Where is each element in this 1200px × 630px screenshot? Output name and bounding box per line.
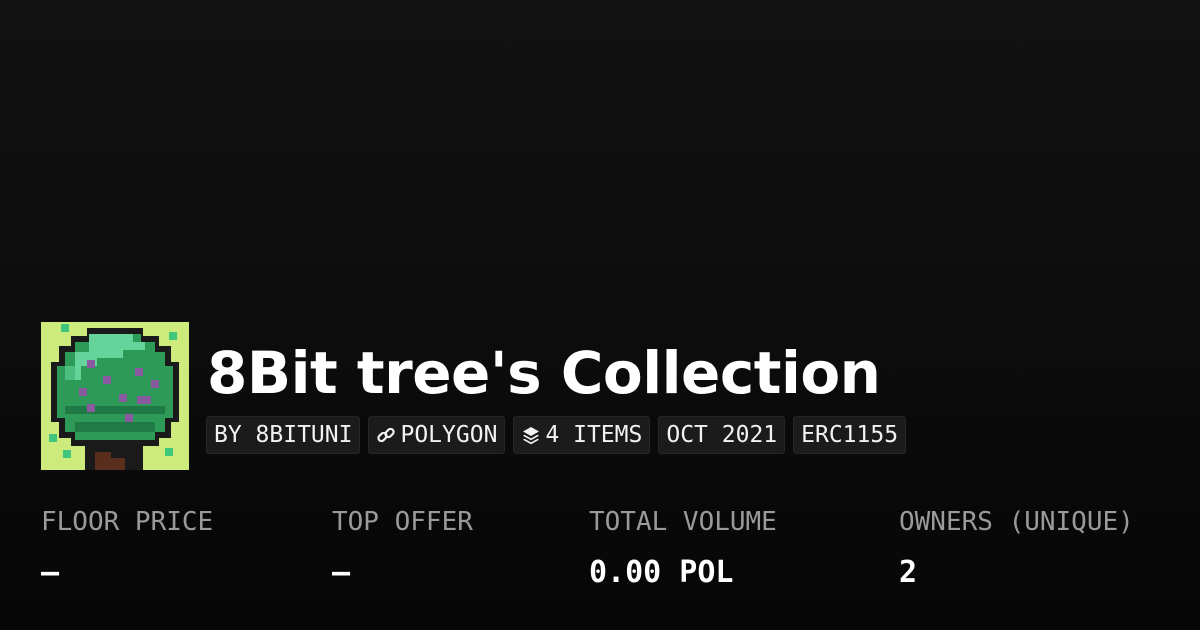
owners-value: 2 — [899, 555, 918, 590]
total-volume-value: 0.00 POL — [589, 555, 734, 590]
chain-tag[interactable]: POLYGON — [368, 416, 506, 454]
top-offer-value: – — [332, 555, 351, 590]
total-volume-stat: TOTAL VOLUME 0.00 POL — [589, 505, 777, 591]
collection-title: 8Bit tree's Collection — [207, 339, 881, 407]
standard-label: ERC1155 — [801, 422, 899, 448]
floor-price-stat: FLOOR PRICE – — [41, 505, 213, 591]
creator-tag[interactable]: BY 8BITUNI — [206, 416, 361, 454]
creator-label: BY 8BITUNI — [214, 422, 353, 448]
collection-avatar — [41, 322, 189, 470]
top-offer-label: TOP OFFER — [332, 507, 473, 537]
total-volume-label: TOTAL VOLUME — [589, 507, 777, 537]
collection-tags: BY 8BITUNI POLYGON 4 ITEMS OCT 2021 ERC1… — [206, 416, 907, 454]
date-tag: OCT 2021 — [658, 416, 786, 454]
floor-price-label: FLOOR PRICE — [41, 507, 214, 537]
date-label: OCT 2021 — [666, 422, 778, 448]
layers-icon — [523, 427, 540, 445]
chain-label: POLYGON — [400, 422, 498, 448]
top-offer-stat: TOP OFFER – — [332, 505, 473, 591]
owners-stat: OWNERS (UNIQUE) 2 — [899, 505, 1134, 591]
owners-label: OWNERS (UNIQUE) — [899, 507, 1134, 537]
items-tag[interactable]: 4 ITEMS — [513, 416, 651, 454]
pixel-tree-icon — [41, 322, 189, 470]
standard-tag: ERC1155 — [793, 416, 907, 454]
items-label: 4 ITEMS — [545, 422, 643, 448]
floor-price-value: – — [41, 555, 60, 590]
link-icon — [377, 427, 396, 443]
